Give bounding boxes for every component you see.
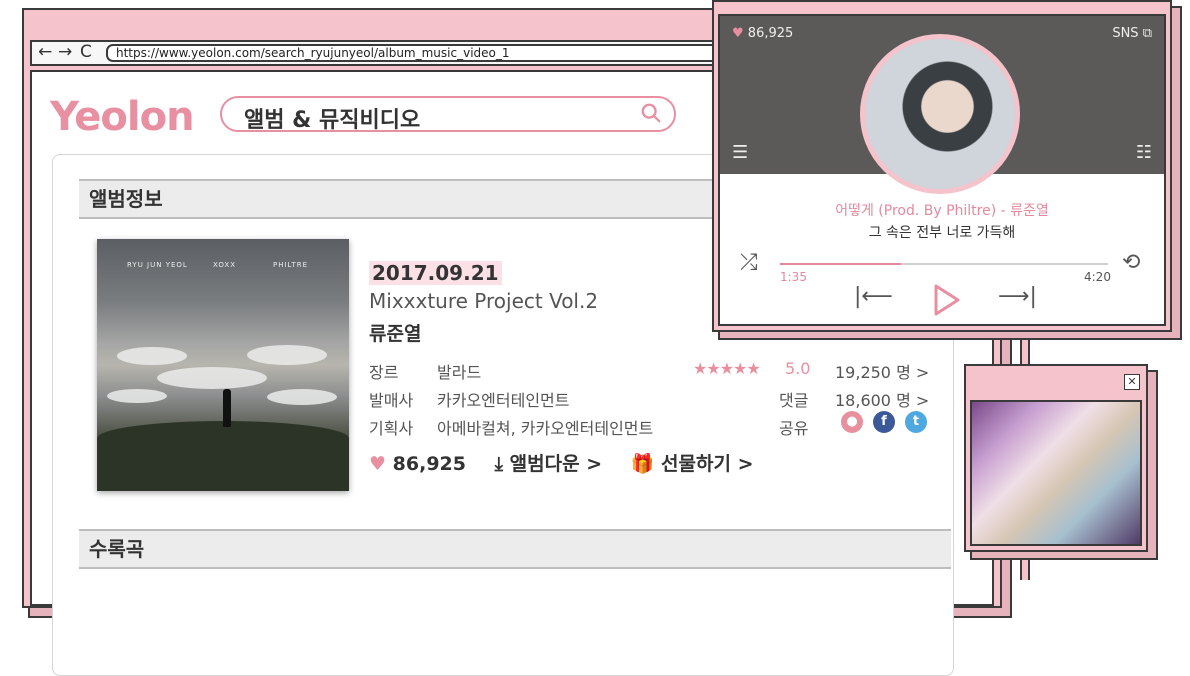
publisher-value: 카카오엔터테인먼트 [437, 391, 570, 410]
facebook-icon[interactable]: f [873, 411, 895, 433]
cloud [107, 389, 167, 403]
music-player-window: ♥ 86,925 SNS ⧉ ☰ ☷ 어떻게 (Prod. By Philtre… [712, 0, 1172, 332]
rating-stars[interactable]: ★★★★★ [693, 359, 761, 378]
heart-icon[interactable]: ♥ [369, 453, 386, 475]
cassette-image [970, 400, 1142, 546]
back-icon[interactable]: ← [38, 42, 52, 62]
rating-value: 5.0 [785, 359, 811, 378]
hill [97, 421, 349, 491]
playlist-icon[interactable]: ☰ [732, 142, 748, 163]
site-logo[interactable]: Yeolon [50, 94, 195, 140]
heart-icon: ♥ [732, 26, 744, 41]
genre-value: 발라드 [437, 363, 482, 382]
album-cover[interactable]: RYU JUN YEOL XOXX PHILTRE [97, 239, 349, 491]
agency-value: 아메바컬쳐, 카카오엔터테인먼트 [437, 419, 654, 438]
search-box[interactable]: 앨범 & 뮤직비디오 [220, 96, 676, 134]
sns-label: SNS [1112, 26, 1139, 41]
like-count: 86,925 [392, 453, 466, 475]
publisher-label: 발매사 [369, 391, 414, 410]
next-icon[interactable]: ⟶| [998, 284, 1037, 309]
agency-label: 기획사 [369, 419, 414, 438]
album-cover-text: RYU JUN YEOL [127, 261, 188, 269]
artist-name[interactable]: 류준열 [369, 319, 421, 346]
previous-icon[interactable]: |⟵ [854, 284, 893, 309]
genre-label: 장르 [369, 363, 399, 382]
rating-count-link[interactable]: 19,250 명 > [835, 359, 929, 383]
cloud [157, 367, 267, 389]
comments-count-link[interactable]: 18,600 명 > [835, 387, 929, 411]
total-time: 4:20 [1084, 270, 1111, 284]
figure-silhouette [223, 389, 231, 427]
comments-label: 댓글 [779, 391, 809, 410]
gift-icon[interactable]: 🎁 [631, 453, 655, 475]
mini-window: ✕ [964, 364, 1148, 552]
profile-share-icon[interactable]: ● [841, 411, 863, 433]
player-likes: 86,925 [747, 26, 794, 41]
forward-icon[interactable]: → [58, 42, 72, 62]
cloud [267, 389, 337, 405]
progress-bar[interactable] [780, 263, 1108, 265]
gift-button[interactable]: 선물하기 > [661, 453, 753, 475]
shuffle-icon[interactable]: ⤮ [740, 250, 758, 275]
search-input[interactable]: 앨범 & 뮤직비디오 [244, 102, 420, 134]
sns-share-button[interactable]: SNS ⧉ [1112, 26, 1152, 41]
play-icon[interactable] [926, 280, 966, 320]
settings-sliders-icon[interactable]: ☷ [1136, 142, 1152, 163]
music-player: ♥ 86,925 SNS ⧉ ☰ ☷ 어떻게 (Prod. By Philtre… [718, 14, 1166, 326]
release-date: 2017.09.21 [369, 261, 502, 285]
album-title: Mixxxture Project Vol.2 [369, 289, 599, 313]
share-label: 공유 [779, 419, 809, 438]
album-download-button[interactable]: 앨범다운 > [510, 453, 602, 475]
close-icon[interactable]: ✕ [1124, 374, 1140, 390]
tracklist-header: 수록곡 [79, 529, 951, 569]
player-like-count[interactable]: ♥ 86,925 [732, 26, 793, 41]
now-playing-title: 어떻게 (Prod. By Philtre) - 류준열 [835, 203, 1049, 219]
search-icon[interactable] [640, 102, 662, 124]
artist-photo [860, 34, 1020, 194]
lyric-line: 그 속은 전부 너로 가득해 [868, 225, 1016, 241]
progress-fill [780, 263, 902, 265]
repeat-icon[interactable]: ⟲ [1122, 250, 1140, 275]
album-actions: ♥ 86,925 ⤓ 앨범다운 > 🎁 선물하기 > [369, 449, 754, 476]
current-time: 1:35 [780, 270, 807, 284]
album-cover-logo: XOXX [213, 261, 237, 269]
album-cover-text: PHILTRE [273, 261, 309, 269]
cloud [247, 345, 327, 365]
twitter-icon[interactable]: t [905, 411, 927, 433]
download-icon[interactable]: ⤓ [495, 453, 503, 475]
external-link-icon: ⧉ [1142, 26, 1152, 41]
cloud [117, 347, 187, 365]
reload-icon[interactable]: C [80, 42, 92, 62]
